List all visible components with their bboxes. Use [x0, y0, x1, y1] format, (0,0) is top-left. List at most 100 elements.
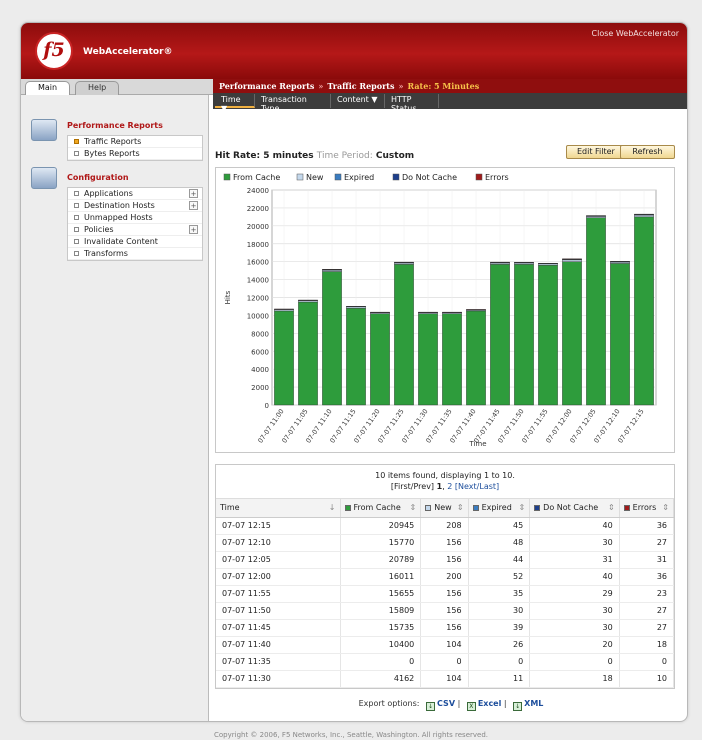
- legend-label: New: [306, 173, 324, 182]
- table-row[interactable]: 07-07 12:15 20945 208 45 40 36: [216, 517, 675, 535]
- column-header-do-not-cache[interactable]: Do Not Cache ⇕: [529, 499, 620, 518]
- tab-http-status[interactable]: HTTP Status: [385, 94, 439, 113]
- table-cell: 30: [529, 602, 620, 620]
- column-header-expired[interactable]: Expired ⇕: [468, 499, 531, 518]
- sort-icon[interactable]: ↓: [329, 503, 336, 512]
- column-header-from-cache[interactable]: From Cache ⇕: [340, 499, 422, 518]
- column-header-label: Do Not Cache: [543, 503, 599, 513]
- table-row[interactable]: 07-07 11:55 15655 156 35 29 23: [216, 585, 675, 603]
- sort-icon[interactable]: ⇕: [457, 503, 464, 512]
- edit-filter-button[interactable]: Edit Filter: [566, 145, 626, 159]
- bullet-icon: [74, 215, 79, 220]
- legend-label: Expired: [344, 173, 374, 182]
- breadcrumb-separator: »: [318, 81, 324, 91]
- export-xml-link[interactable]: XML: [524, 699, 543, 708]
- column-header-label: Expired: [481, 503, 512, 513]
- refresh-button[interactable]: Refresh: [620, 145, 675, 159]
- sidebar-item-label: Transforms: [84, 249, 128, 258]
- table-cell: 48: [468, 534, 531, 552]
- y-tick-label: 14000: [247, 277, 269, 285]
- sort-icon[interactable]: ⇕: [410, 503, 417, 512]
- table-cell: 104: [420, 636, 469, 654]
- table-body: 07-07 12:15 20945 208 45 40 36 07-07 12:10 1577…: [216, 517, 675, 688]
- table-row[interactable]: 07-07 12:05 20789 156 44 31 31: [216, 551, 675, 569]
- column-header-label: Time: [220, 503, 240, 513]
- bar-segment: [538, 263, 558, 266]
- breadcrumb-performance-reports[interactable]: Performance Reports: [219, 81, 314, 91]
- bar-segment: [370, 313, 390, 406]
- close-webaccelerator-link[interactable]: Close WebAccelerator: [592, 29, 679, 38]
- table-cell: 156: [420, 585, 469, 603]
- sidebar-item-applications[interactable]: Applications +: [68, 188, 202, 200]
- breadcrumb-current: Rate: 5 Minutes: [407, 81, 480, 91]
- report-title: Hit Rate: 5 minutes Time Period: Custom: [215, 151, 414, 161]
- legend-swatch: [475, 173, 483, 181]
- sidebar-item-transforms[interactable]: Transforms: [68, 248, 202, 260]
- column-header-errors[interactable]: Errors ⇕: [619, 499, 675, 518]
- sort-icon[interactable]: ⇕: [662, 503, 669, 512]
- report-tabs: Time ▼ Transaction Type Content ▼ HTTP S…: [213, 93, 687, 113]
- expand-plus-icon[interactable]: +: [189, 201, 198, 210]
- sidebar-item-bytes-reports[interactable]: Bytes Reports: [68, 148, 202, 160]
- export-csv-link[interactable]: CSV: [437, 699, 455, 708]
- expand-plus-icon[interactable]: +: [189, 189, 198, 198]
- table-row[interactable]: 07-07 12:10 15770 156 48 30 27: [216, 534, 675, 552]
- expand-plus-icon[interactable]: +: [189, 225, 198, 234]
- bullet-icon: [74, 227, 79, 232]
- column-header-time[interactable]: Time ↓: [216, 499, 341, 518]
- bar-segment: [418, 313, 438, 406]
- table-cell: 45: [468, 517, 531, 535]
- bar-segment: [322, 271, 342, 406]
- table-row[interactable]: 07-07 11:40 10400 104 26 20 18: [216, 636, 675, 654]
- breadcrumb-traffic-reports[interactable]: Traffic Reports: [327, 81, 394, 91]
- table-row[interactable]: 07-07 12:00 16011 200 52 40 36: [216, 568, 675, 586]
- tab-time[interactable]: Time ▼: [215, 94, 255, 113]
- y-tick-label: 10000: [247, 312, 269, 320]
- tab-content[interactable]: Content ▼: [331, 94, 385, 108]
- bar-segment: [346, 308, 366, 406]
- tab-main[interactable]: Main: [25, 81, 71, 95]
- table-row[interactable]: 07-07 11:35 0 0 0 0 0: [216, 653, 675, 671]
- table-cell: 10400: [340, 636, 422, 654]
- table-cell: 07-07 12:05: [216, 551, 341, 569]
- bullet-icon: [74, 139, 79, 144]
- bullet-icon: [74, 191, 79, 196]
- bar-segment: [610, 261, 630, 264]
- y-tick-label: 6000: [251, 348, 269, 356]
- legend-label: Do Not Cache: [402, 173, 457, 182]
- bar-segment: [274, 310, 294, 406]
- bar-segment: [394, 264, 414, 406]
- sidebar-item-destination-hosts[interactable]: Destination Hosts +: [68, 200, 202, 212]
- export-excel-link[interactable]: Excel: [478, 699, 502, 708]
- sort-icon[interactable]: ⇕: [518, 503, 525, 512]
- table-cell: 15655: [340, 585, 422, 603]
- sidebar-item-label: Applications: [84, 189, 133, 198]
- table-row[interactable]: 07-07 11:50 15809 156 30 30 27: [216, 602, 675, 620]
- table-cell: 15809: [340, 602, 422, 620]
- table-cell: 156: [420, 619, 469, 637]
- pager-next-last[interactable]: [Next/Last]: [455, 482, 499, 491]
- sort-icon[interactable]: ⇕: [608, 503, 615, 512]
- sidebar-item-policies[interactable]: Policies +: [68, 224, 202, 236]
- chevron-down-icon: ▼: [371, 95, 378, 104]
- sidebar-item-traffic-reports[interactable]: Traffic Reports: [68, 136, 202, 148]
- bar-segment: [490, 262, 510, 265]
- table-cell: 29: [529, 585, 620, 603]
- table-cell: 23: [619, 585, 675, 603]
- tab-help[interactable]: Help: [75, 81, 120, 95]
- y-tick-label: 2000: [251, 384, 269, 392]
- bar-segment: [490, 264, 510, 406]
- table-row[interactable]: 07-07 11:30 4162 104 11 18 10: [216, 670, 675, 688]
- table-cell: 40: [529, 568, 620, 586]
- pager-first-prev: [First/Prev]: [390, 482, 437, 491]
- sidebar-item-unmapped-hosts[interactable]: Unmapped Hosts: [68, 212, 202, 224]
- sidebar-item-invalidate-content[interactable]: Invalidate Content: [68, 236, 202, 248]
- column-header-new[interactable]: New ⇕: [420, 499, 469, 518]
- table-cell: 52: [468, 568, 531, 586]
- table-cell: 27: [619, 619, 675, 637]
- legend-swatch: [472, 505, 479, 512]
- f5-logo: f5: [35, 32, 73, 70]
- tab-transaction-type[interactable]: Transaction Type: [255, 94, 331, 113]
- table-row[interactable]: 07-07 11:45 15735 156 39 30 27: [216, 619, 675, 637]
- copyright: Copyright © 2006, F5 Networks, Inc., Sea…: [214, 731, 488, 739]
